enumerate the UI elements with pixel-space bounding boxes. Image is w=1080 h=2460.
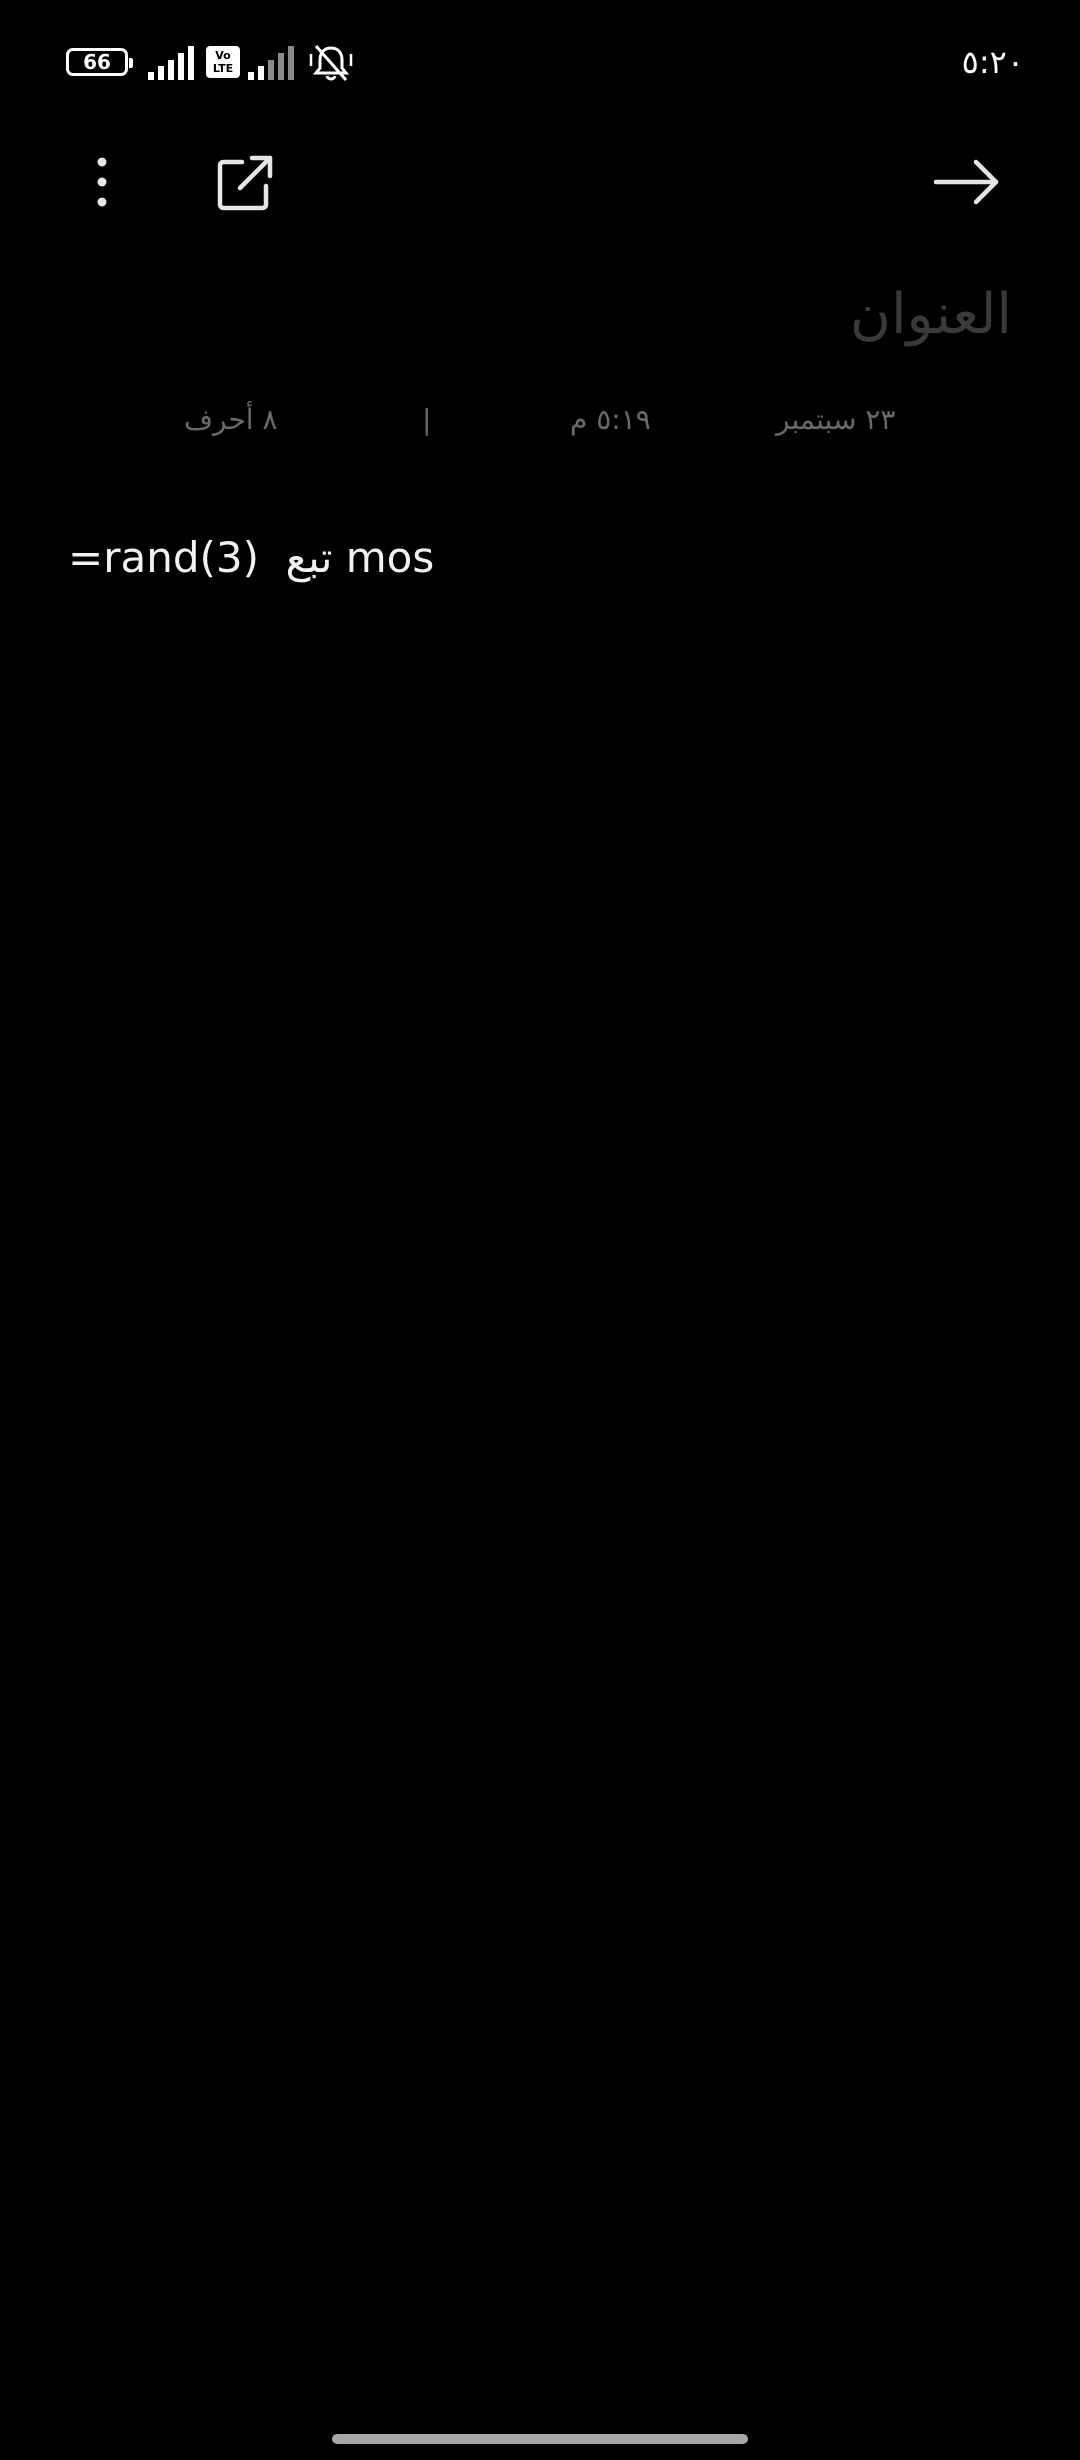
battery-level: 66 bbox=[83, 50, 111, 74]
volte-label-top: Vo bbox=[215, 49, 231, 62]
more-vertical-icon[interactable] bbox=[78, 150, 126, 214]
status-clock: ٥:٢٠ bbox=[961, 43, 1024, 81]
note-char-count: ٨ أحرف bbox=[184, 403, 278, 436]
signal-icon bbox=[148, 46, 194, 80]
note-time: ٥:١٩ م bbox=[570, 403, 651, 436]
note-title-input[interactable]: العنوان bbox=[850, 280, 1012, 350]
volte-label-bottom: LTE bbox=[212, 62, 234, 75]
volte-icon: Vo LTE bbox=[206, 46, 240, 78]
battery-icon: 66 bbox=[66, 48, 133, 76]
status-bar: 66 Vo LTE ٥:٢٠ bbox=[0, 0, 1080, 130]
note-date: ٢٣ سبتمبر bbox=[776, 403, 896, 436]
note-body-editor[interactable]: =rand(3) تبع mos bbox=[68, 530, 434, 586]
share-icon[interactable] bbox=[214, 152, 278, 214]
mute-icon bbox=[309, 45, 353, 81]
home-indicator[interactable] bbox=[332, 2434, 748, 2444]
meta-separator: | bbox=[422, 403, 432, 436]
signal-icon bbox=[248, 46, 294, 80]
arrow-right-icon[interactable] bbox=[930, 150, 1004, 214]
